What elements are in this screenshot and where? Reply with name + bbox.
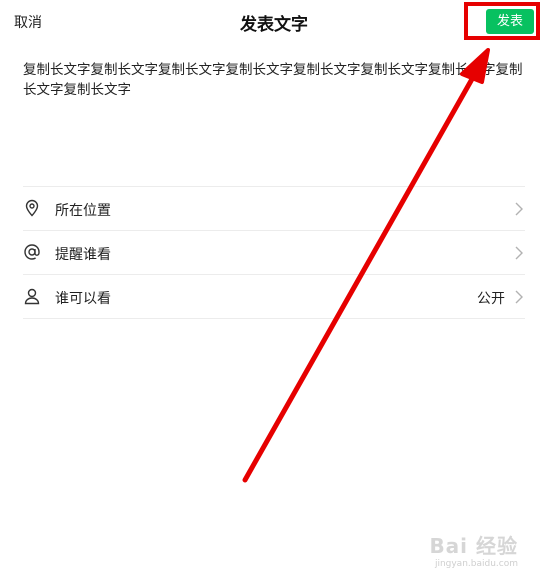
option-visibility[interactable]: 谁可以看 公开 [23,274,525,319]
baidu-watermark: Bai 经验 jingyan.baidu.com [429,530,518,569]
option-visibility-label: 谁可以看 [55,291,111,307]
person-icon [24,288,40,305]
chevron-right-icon [515,202,523,216]
chevron-right-icon [515,246,523,260]
at-sign-icon [24,244,40,260]
option-location-label: 所在位置 [55,203,111,219]
location-pin-icon [25,199,39,217]
watermark-main: Bai 经验 [429,534,518,558]
option-mention[interactable]: 提醒谁看 [23,230,525,274]
publish-button[interactable]: 发表 [486,9,534,34]
option-location[interactable]: 所在位置 [23,186,525,230]
post-options-list: 所在位置 提醒谁看 谁可以看 公开 [23,186,525,319]
chevron-right-icon [515,290,523,304]
option-visibility-value: 公开 [477,291,505,307]
watermark-sub: jingyan.baidu.com [434,559,518,569]
post-text-input[interactable]: 复制长文字复制长文字复制长文字复制长文字复制长文字复制长文字复制长文字复制长文字… [23,60,528,100]
option-mention-label: 提醒谁看 [55,247,111,263]
top-bar: 取消 发表文字 发表 [0,0,548,44]
